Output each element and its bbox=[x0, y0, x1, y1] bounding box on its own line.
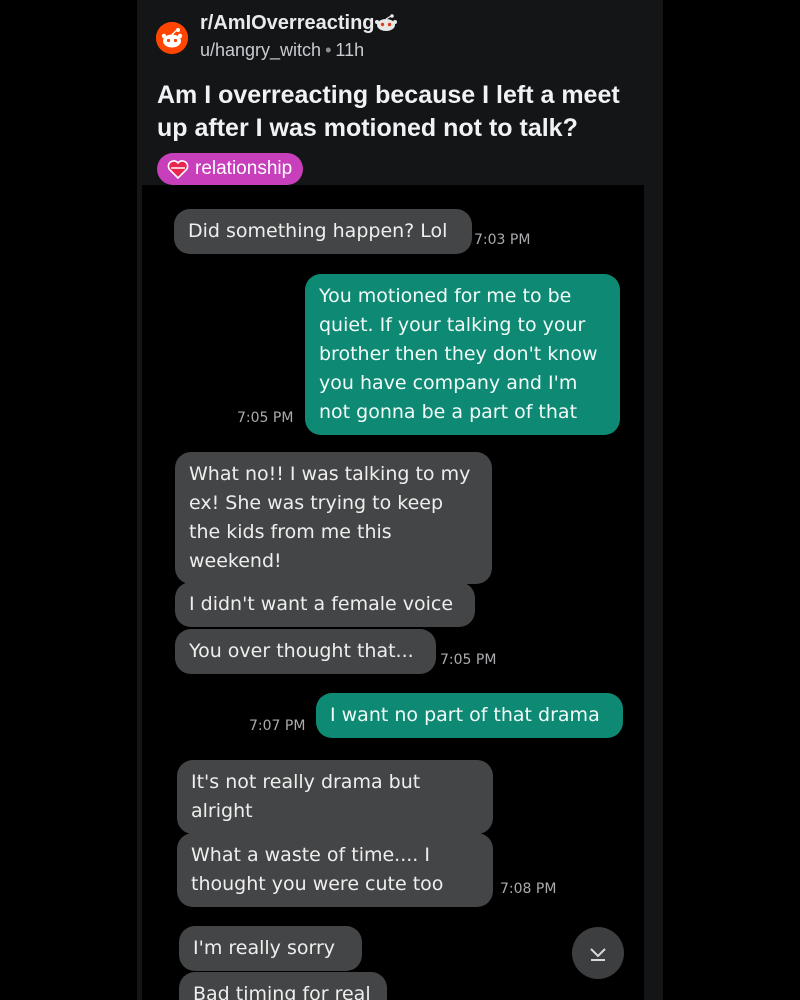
snoo-emoji-icon bbox=[375, 14, 397, 31]
message-bubble: It's not really drama but alright bbox=[177, 760, 493, 834]
scroll-down-button[interactable] bbox=[572, 927, 624, 979]
message-bubble: Did something happen? Lol bbox=[174, 209, 472, 254]
subreddit-name[interactable]: r/AmIOverreacting bbox=[200, 12, 375, 35]
meta-separator: • bbox=[325, 40, 332, 60]
subreddit-avatar-icon[interactable] bbox=[156, 22, 188, 54]
message-timestamp: 7:08 PM bbox=[500, 881, 557, 897]
message-bubble: I'm really sorry bbox=[179, 926, 362, 971]
message-timestamp: 7:07 PM bbox=[249, 718, 306, 734]
username[interactable]: u/hangry_witch bbox=[200, 40, 321, 60]
message-bubble: I want no part of that drama bbox=[316, 693, 623, 738]
message-timestamp: 7:05 PM bbox=[237, 410, 294, 426]
post-age: 11h bbox=[335, 40, 365, 60]
message-timestamp: 7:03 PM bbox=[474, 232, 531, 248]
message-timestamp: 7:05 PM bbox=[440, 652, 497, 668]
message-bubble: What a waste of time.... I thought you w… bbox=[177, 833, 493, 907]
message-bubble: Bad timing for real bbox=[179, 972, 387, 1000]
message-bubble: What no!! I was talking to my ex! She wa… bbox=[175, 452, 492, 584]
chevron-down-icon bbox=[590, 948, 606, 961]
post-panel: r/AmIOverreacting u/hangry_witch • 11h Am … bbox=[137, 0, 663, 1000]
flair-label: relationship bbox=[195, 158, 293, 179]
heart-icon bbox=[167, 160, 189, 179]
post-author-line: u/hangry_witch • 11h bbox=[200, 40, 364, 61]
message-bubble: You motioned for me to be quiet. If your… bbox=[305, 274, 620, 435]
post-flair[interactable]: relationship bbox=[157, 153, 304, 185]
post-title[interactable]: Am I overreacting because I left a meet … bbox=[157, 79, 637, 145]
message-bubble: I didn't want a female voice bbox=[175, 582, 475, 627]
chat-screenshot: Did something happen? Lol 7:03 PM You mo… bbox=[142, 185, 644, 1000]
message-bubble: You over thought that... bbox=[175, 629, 436, 674]
